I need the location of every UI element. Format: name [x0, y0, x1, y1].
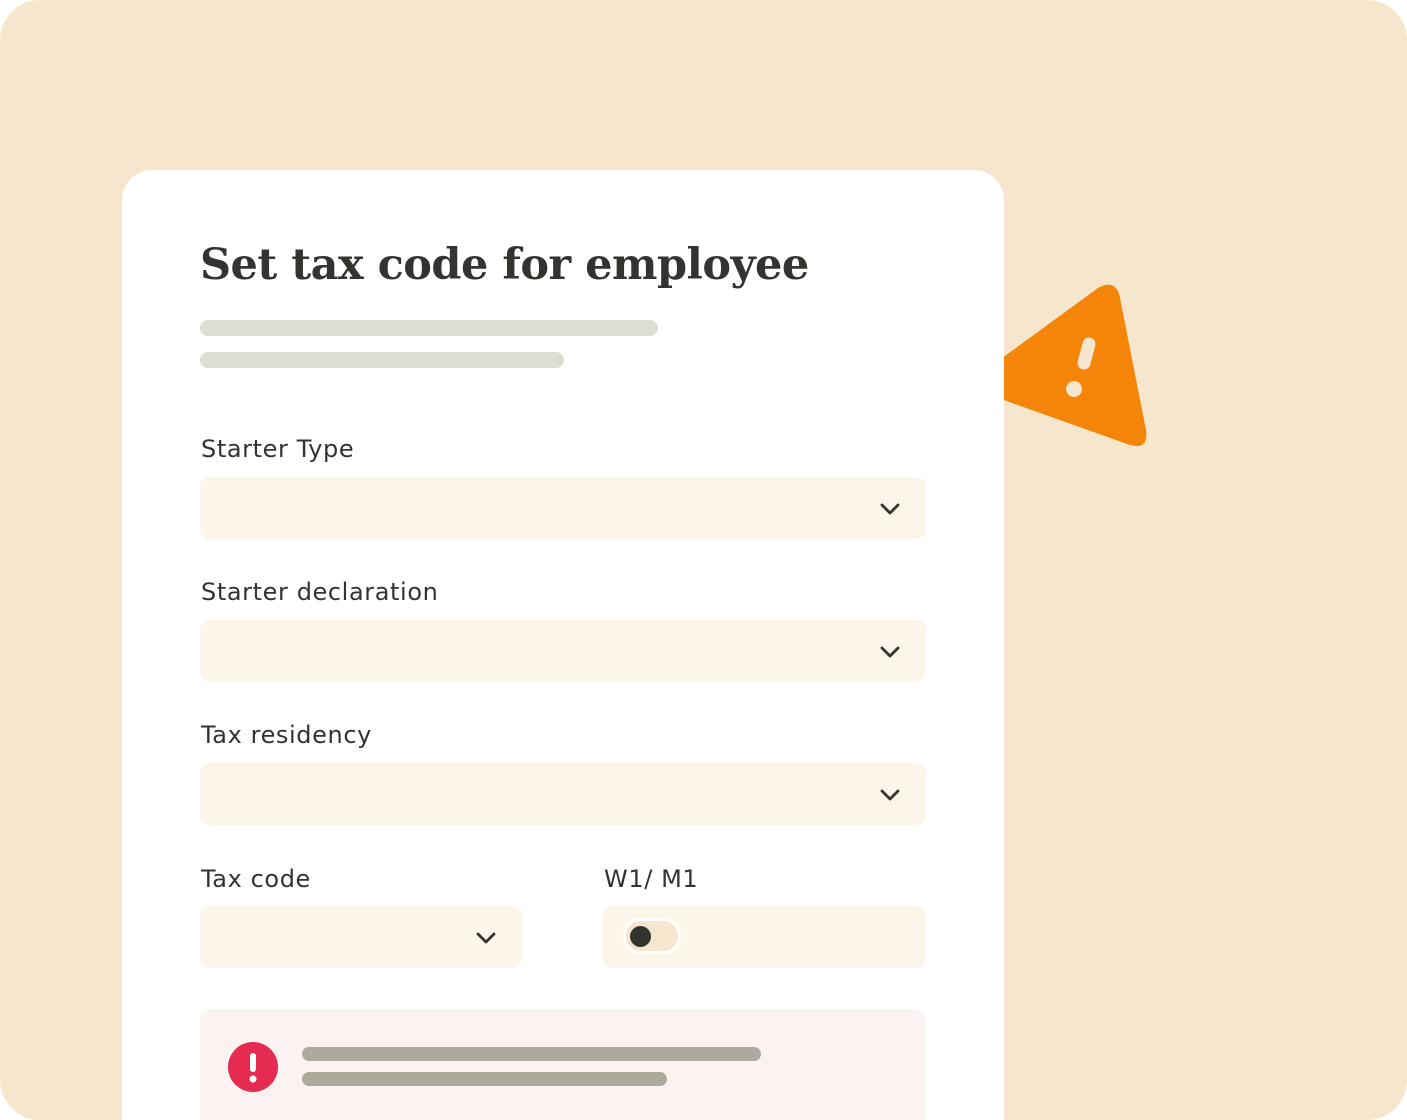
chevron-down-icon [880, 789, 900, 801]
error-message-placeholder-line [302, 1072, 667, 1086]
chevron-down-icon [880, 503, 900, 515]
error-message-placeholder-line [302, 1047, 761, 1061]
starter-type-select[interactable] [200, 477, 926, 539]
tax-residency-select[interactable] [200, 763, 926, 825]
error-alert [200, 1009, 926, 1120]
w1-m1-toggle[interactable] [623, 918, 681, 954]
starter-declaration-label: Starter declaration [201, 578, 439, 606]
toggle-knob [630, 926, 651, 947]
page-title: Set tax code for employee [200, 240, 809, 290]
description-placeholder-line [200, 352, 564, 368]
chevron-down-icon [476, 932, 496, 944]
tax-code-label: Tax code [201, 865, 311, 893]
tax-code-form-card: Set tax code for employee Starter Type S… [122, 170, 1004, 1120]
tax-residency-label: Tax residency [201, 721, 372, 749]
illustration-background: Set tax code for employee Starter Type S… [0, 0, 1407, 1120]
starter-type-label: Starter Type [201, 435, 355, 463]
w1-m1-field [603, 906, 926, 968]
chevron-down-icon [880, 646, 900, 658]
error-exclamation-icon [228, 1042, 278, 1092]
description-placeholder-line [200, 320, 658, 336]
tax-code-select[interactable] [200, 906, 522, 968]
w1-m1-label: W1/ M1 [604, 865, 699, 893]
starter-declaration-select[interactable] [200, 620, 926, 682]
